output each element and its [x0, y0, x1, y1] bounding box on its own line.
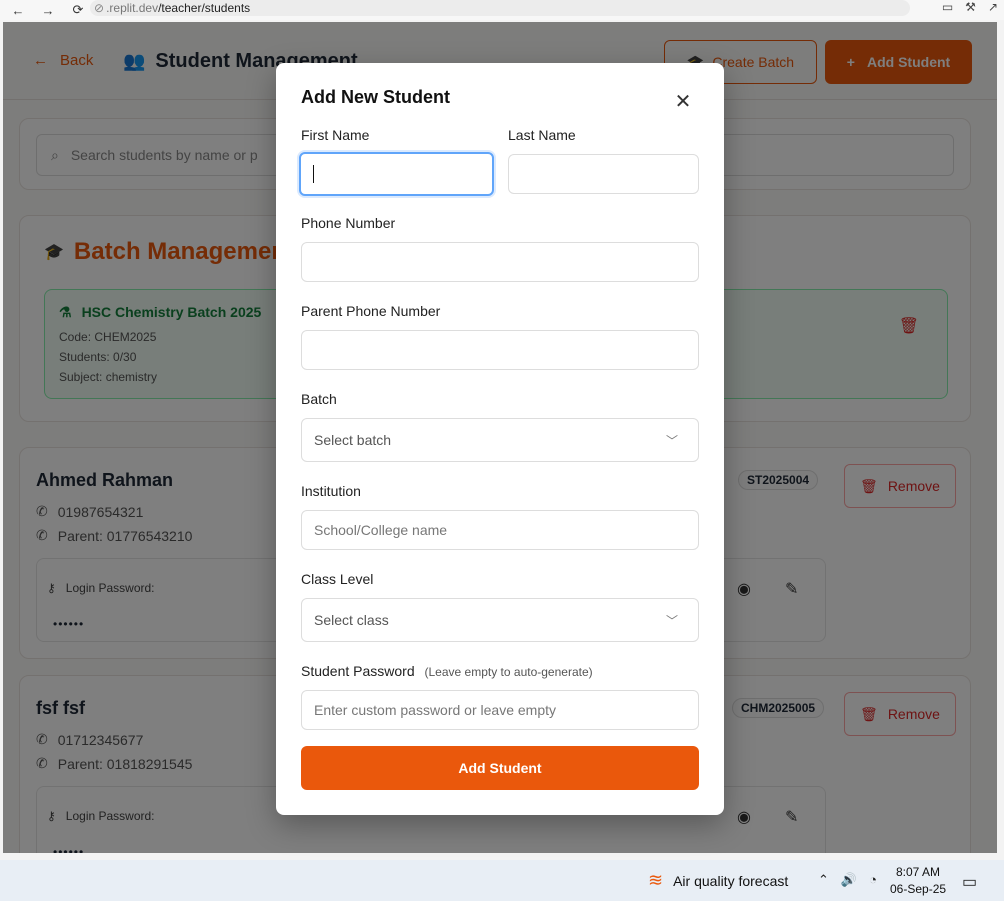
parent-phone-field[interactable] [301, 330, 699, 370]
class-level-label: Class Level [301, 571, 374, 587]
weather-widget[interactable]: ≋ Air quality forecast [648, 870, 788, 891]
student-password-field[interactable]: Enter custom password or leave empty [301, 690, 699, 730]
phone-field[interactable] [301, 242, 699, 282]
close-icon[interactable]: ✕ [672, 89, 694, 114]
batch-label: Batch [301, 391, 337, 407]
speaker-icon[interactable]: 🔊 [841, 872, 857, 888]
parent-phone-label: Parent Phone Number [301, 303, 441, 319]
open-external-icon[interactable]: ↗ [988, 0, 998, 14]
password-hint: (Leave empty to auto-generate) [424, 665, 593, 679]
system-tray: ⌃ 🔊 ◔ [818, 872, 877, 888]
clock-date: 06-Sep-25 [890, 882, 947, 896]
devices-icon[interactable]: ▭ [942, 0, 953, 14]
add-student-dialog: Add New Student ✕ First Name Last Name P… [276, 63, 724, 815]
batch-select-placeholder: Select batch [314, 432, 392, 448]
last-name-label: Last Name [508, 127, 576, 143]
chevron-up-icon[interactable]: ⌃ [818, 872, 829, 888]
taskbar: ≋ Air quality forecast ⌃ 🔊 ◔ 8:07 AM 06-… [0, 860, 1004, 901]
clock[interactable]: 8:07 AM 06-Sep-25 [890, 864, 946, 898]
weather-label: Air quality forecast [673, 872, 789, 889]
back-arrow-icon[interactable]: ← [10, 3, 26, 18]
reload-icon[interactable]: ⟳ [70, 2, 86, 18]
last-name-field[interactable] [508, 154, 699, 194]
wifi-icon[interactable]: ◔ [869, 872, 877, 888]
student-password-label: Student Password (Leave empty to auto-ge… [301, 663, 593, 679]
chevron-down-icon: ﹀ [665, 433, 678, 448]
browser-toolbar: ← → ⟳ ⊘ .replit.dev /teacher/students ▭ … [0, 0, 1004, 20]
first-name-field[interactable] [299, 152, 494, 196]
text-caret [313, 165, 314, 183]
phone-label: Phone Number [301, 215, 396, 231]
address-bar[interactable]: ⊘ .replit.dev /teacher/students [90, 0, 910, 16]
password-placeholder: Enter custom password or leave empty [314, 702, 556, 718]
dialog-title: Add New Student [301, 87, 450, 107]
notification-icon[interactable]: ▭ [962, 872, 977, 892]
tools-icon[interactable]: ⚒ [965, 0, 976, 14]
clock-time: 8:07 AM [896, 865, 941, 879]
chevron-down-icon: ﹀ [665, 613, 678, 628]
class-level-select[interactable]: Select class ﹀ [301, 598, 699, 642]
student-password-label-text: Student Password [301, 663, 415, 679]
institution-placeholder: School/College name [314, 522, 448, 538]
institution-field[interactable]: School/College name [301, 510, 699, 550]
url-path: /teacher/students [158, 1, 251, 15]
url-domain: .replit.dev [106, 1, 159, 15]
add-student-submit-button[interactable]: Add Student [301, 746, 699, 790]
first-name-label: First Name [301, 127, 370, 143]
batch-select[interactable]: Select batch ﹀ [301, 418, 699, 462]
link-icon: ⊘ [94, 1, 105, 15]
class-select-placeholder: Select class [314, 612, 389, 628]
forward-arrow-icon[interactable]: → [40, 3, 56, 18]
air-quality-icon: ≋ [648, 870, 664, 890]
institution-label: Institution [301, 483, 361, 499]
